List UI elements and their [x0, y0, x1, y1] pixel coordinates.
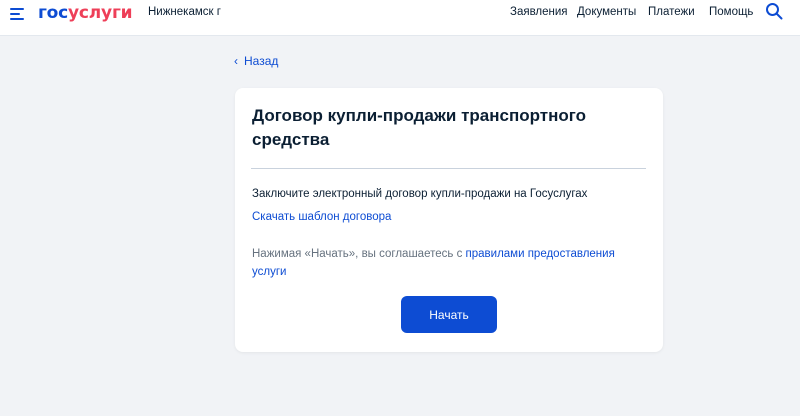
gosuslugi-logo[interactable]: госуслуги — [38, 2, 133, 24]
agreement-prefix: Нажимая «Начать», вы соглашаетесь с — [252, 248, 466, 260]
nav-applications[interactable]: Заявления — [510, 6, 568, 18]
nav-documents[interactable]: Документы — [577, 6, 636, 18]
logo-part-gos: гос — [38, 3, 69, 23]
service-card: Договор купли-продажи транспортного сред… — [235, 88, 663, 352]
city-selector[interactable]: Нижнекамск г — [148, 6, 221, 18]
top-header: госуслуги Нижнекамск г Заявления Докумен… — [0, 0, 800, 36]
start-button[interactable]: Начать — [401, 296, 497, 333]
nav-payments[interactable]: Платежи — [648, 6, 695, 18]
download-template-link[interactable]: Скачать шаблон договора — [252, 211, 391, 223]
agreement-text: Нажимая «Начать», вы соглашаетесь с прав… — [252, 245, 642, 281]
service-description: Заключите электронный договор купли-прод… — [252, 188, 588, 200]
chevron-left-icon: ‹ — [234, 54, 238, 68]
divider — [251, 168, 646, 169]
page-title: Договор купли-продажи транспортного сред… — [252, 106, 587, 149]
menu-icon[interactable] — [10, 6, 26, 20]
nav-help[interactable]: Помощь — [709, 6, 753, 18]
search-icon[interactable] — [765, 2, 783, 20]
back-link[interactable]: ‹ Назад — [234, 54, 278, 68]
back-link-label: Назад — [244, 54, 279, 68]
logo-part-uslugi: услуги — [68, 3, 133, 23]
